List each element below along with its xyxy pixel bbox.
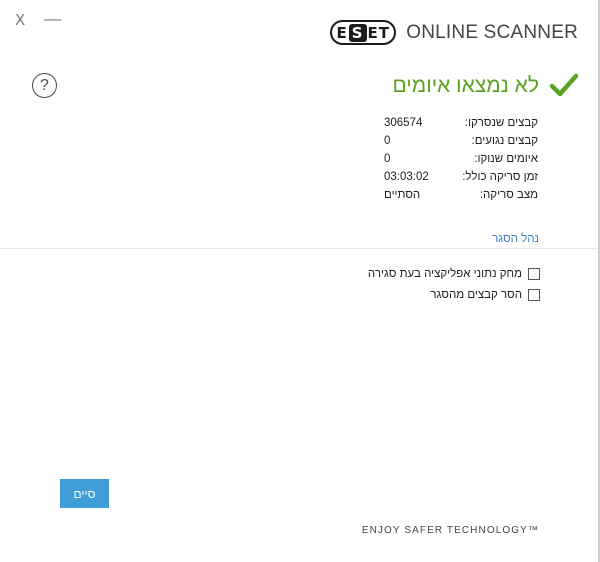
stat-row-duration: זמן סריקה כולל: 03:03:02 xyxy=(338,168,538,186)
result-title: לא נמצאו איומים xyxy=(392,74,539,97)
eset-badge: E S ET xyxy=(330,20,397,45)
stat-row-cleaned: איומים שנוקו: 0 xyxy=(338,150,538,168)
stat-value: 306574 xyxy=(384,117,423,129)
stat-value: 0 xyxy=(384,135,391,147)
stat-row-scanned: קבצים שנסרקו: 306574 xyxy=(338,114,538,132)
minimize-button[interactable]: — xyxy=(44,9,61,29)
close-button[interactable]: X xyxy=(15,10,25,30)
divider xyxy=(0,248,600,249)
finish-button[interactable]: סיים xyxy=(60,479,109,508)
eset-logo: E S ET ONLINE SCANNER xyxy=(330,20,578,45)
stat-value: 03:03:02 xyxy=(384,171,429,183)
stat-label: איומים שנוקו: xyxy=(474,153,538,165)
stat-label: קבצים נגועים: xyxy=(471,135,538,147)
manage-quarantine-link[interactable]: נהל הסגר xyxy=(492,233,539,245)
product-name: ONLINE SCANNER xyxy=(406,21,578,43)
option-remove-quarantine[interactable]: הסר קבצים מהסגר xyxy=(430,289,540,301)
remove-quarantine-checkbox[interactable] xyxy=(528,289,540,301)
stat-row-infected: קבצים נגועים: 0 xyxy=(338,132,538,150)
help-icon[interactable]: ? xyxy=(32,73,57,98)
option-label: הסר קבצים מהסגר xyxy=(430,289,522,301)
option-delete-app-data[interactable]: מחק נתוני אפליקציה בעת סגירה xyxy=(368,268,540,280)
scan-stats: קבצים שנסרקו: 306574 קבצים נגועים: 0 איו… xyxy=(338,114,538,204)
stat-row-status: מצב סריקה: הסתיים xyxy=(338,186,538,204)
slogan: ENJOY SAFER TECHNOLOGY™ xyxy=(361,525,539,536)
stat-label: קבצים שנסרקו: xyxy=(464,117,538,129)
delete-app-data-checkbox[interactable] xyxy=(528,268,540,280)
stat-value: הסתיים xyxy=(384,189,421,201)
scan-result-header: לא נמצאו איומים xyxy=(393,71,579,101)
stat-label: מצב סריקה: xyxy=(479,189,538,201)
option-label: מחק נתוני אפליקציה בעת סגירה xyxy=(367,268,522,280)
stat-value: 0 xyxy=(384,153,391,165)
stat-label: זמן סריקה כולל: xyxy=(462,171,538,183)
check-icon xyxy=(549,73,579,97)
eset-logo-letters: E S ET xyxy=(336,23,391,42)
